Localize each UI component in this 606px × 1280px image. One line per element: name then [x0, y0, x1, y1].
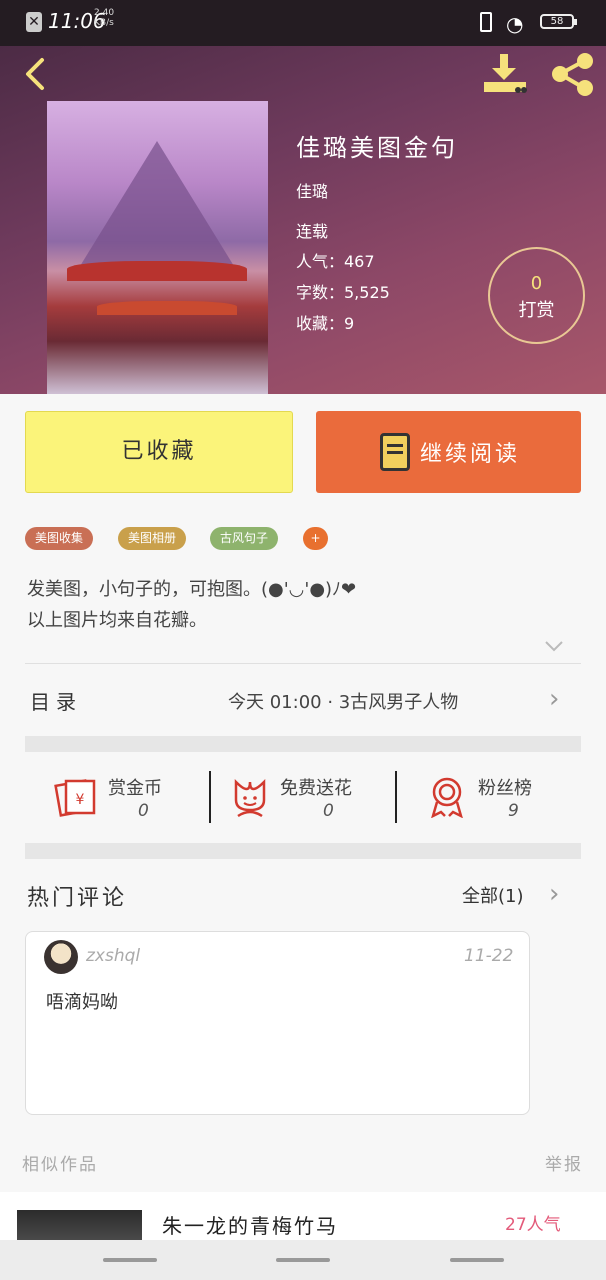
stat-value: 0 — [138, 801, 149, 821]
wifi-icon: ◔ — [506, 12, 524, 36]
book-description-line: 发美图，小句子的，可抱图。(●'◡'●)ﾉ❤ — [27, 579, 357, 600]
add-tag-button[interactable]: + — [303, 527, 328, 550]
network-speed: 2.40 KB/s — [94, 8, 115, 28]
collected-button[interactable]: 已收藏 — [25, 411, 293, 493]
similar-work-title[interactable]: 朱一龙的青梅竹马 — [162, 1210, 338, 1239]
nav-back-button[interactable] — [450, 1258, 504, 1262]
comment-text: 唔滴妈呦 — [46, 992, 118, 1013]
book-collects: 收藏：9 — [296, 314, 355, 333]
download-icon[interactable] — [482, 52, 528, 96]
similar-works-title: 相似作品 — [22, 1155, 98, 1175]
vibrate-icon — [480, 12, 492, 32]
notification-close-icon: ✕ — [26, 12, 42, 32]
report-link[interactable]: 举报 — [545, 1150, 583, 1175]
hot-comments-title: 热门评论 — [27, 886, 128, 911]
comment-username[interactable]: zxshql — [86, 946, 140, 966]
book-title: 佳璐美图金句 — [296, 134, 458, 162]
similar-work-popularity: 27人气 — [505, 1215, 561, 1235]
comment-card[interactable]: zxshql 11-22 唔滴妈呦 — [25, 931, 530, 1115]
stat-label[interactable]: 免费送花 — [280, 774, 352, 800]
section-separator — [25, 843, 581, 859]
book-header: 佳璐美图金句 佳璐 连载 人气：467 字数：5,525 收藏：9 0 打赏 — [0, 46, 606, 394]
stat-label[interactable]: 粉丝榜 — [478, 774, 532, 800]
tag-item[interactable]: 美图相册 — [118, 527, 187, 550]
medal-icon — [427, 776, 467, 819]
divider — [25, 663, 581, 664]
divider — [395, 771, 397, 823]
stat-label[interactable]: 赏金币 — [108, 774, 162, 800]
toc-label[interactable]: 目录 — [30, 686, 82, 715]
book-author[interactable]: 佳璐 — [296, 178, 328, 202]
back-icon[interactable] — [18, 54, 58, 94]
book-state: 连载 — [296, 222, 329, 241]
divider — [209, 771, 211, 823]
nav-menu-button[interactable] — [103, 1258, 157, 1262]
stat-value: 9 — [508, 801, 519, 821]
chevron-right-icon[interactable]: › — [549, 879, 559, 909]
continue-reading-label: 继续阅读 — [420, 442, 521, 467]
all-comments-link[interactable]: 全部(1) — [462, 882, 524, 908]
book-words: 字数：5,525 — [296, 283, 390, 302]
toc-latest-chapter[interactable]: 今天 01:00 · 3古风男子人物 — [228, 688, 458, 714]
chevron-right-icon[interactable]: › — [549, 684, 559, 714]
book-popularity: 人气：467 — [296, 252, 375, 271]
share-icon[interactable] — [548, 52, 596, 96]
section-separator — [25, 736, 581, 752]
tag-item[interactable]: 古风句子 — [210, 527, 279, 550]
comment-date: 11-22 — [464, 946, 514, 966]
avatar[interactable] — [44, 940, 78, 974]
reward-count: 0 — [530, 273, 543, 294]
book-description-line: 以上图片均来自花瓣。 — [27, 610, 207, 631]
book-cover[interactable] — [47, 101, 268, 394]
stat-value: 0 — [323, 801, 334, 821]
book-icon — [380, 433, 410, 471]
svg-text:¥: ¥ — [76, 792, 85, 808]
flower-icon — [230, 776, 270, 818]
expand-icon[interactable] — [544, 638, 564, 654]
coin-envelope-icon: ¥ — [54, 777, 98, 817]
tag-item[interactable]: 美图收集 — [25, 527, 94, 550]
battery-icon: 58 — [540, 14, 577, 29]
continue-reading-button[interactable]: 继续阅读 — [316, 411, 581, 493]
reward-button[interactable]: 0 打赏 — [488, 247, 585, 344]
nav-home-button[interactable] — [276, 1258, 330, 1262]
reward-label: 打赏 — [518, 300, 555, 321]
status-bar: ✕ 11:06 2.40 KB/s ◔ 58 — [0, 0, 606, 46]
